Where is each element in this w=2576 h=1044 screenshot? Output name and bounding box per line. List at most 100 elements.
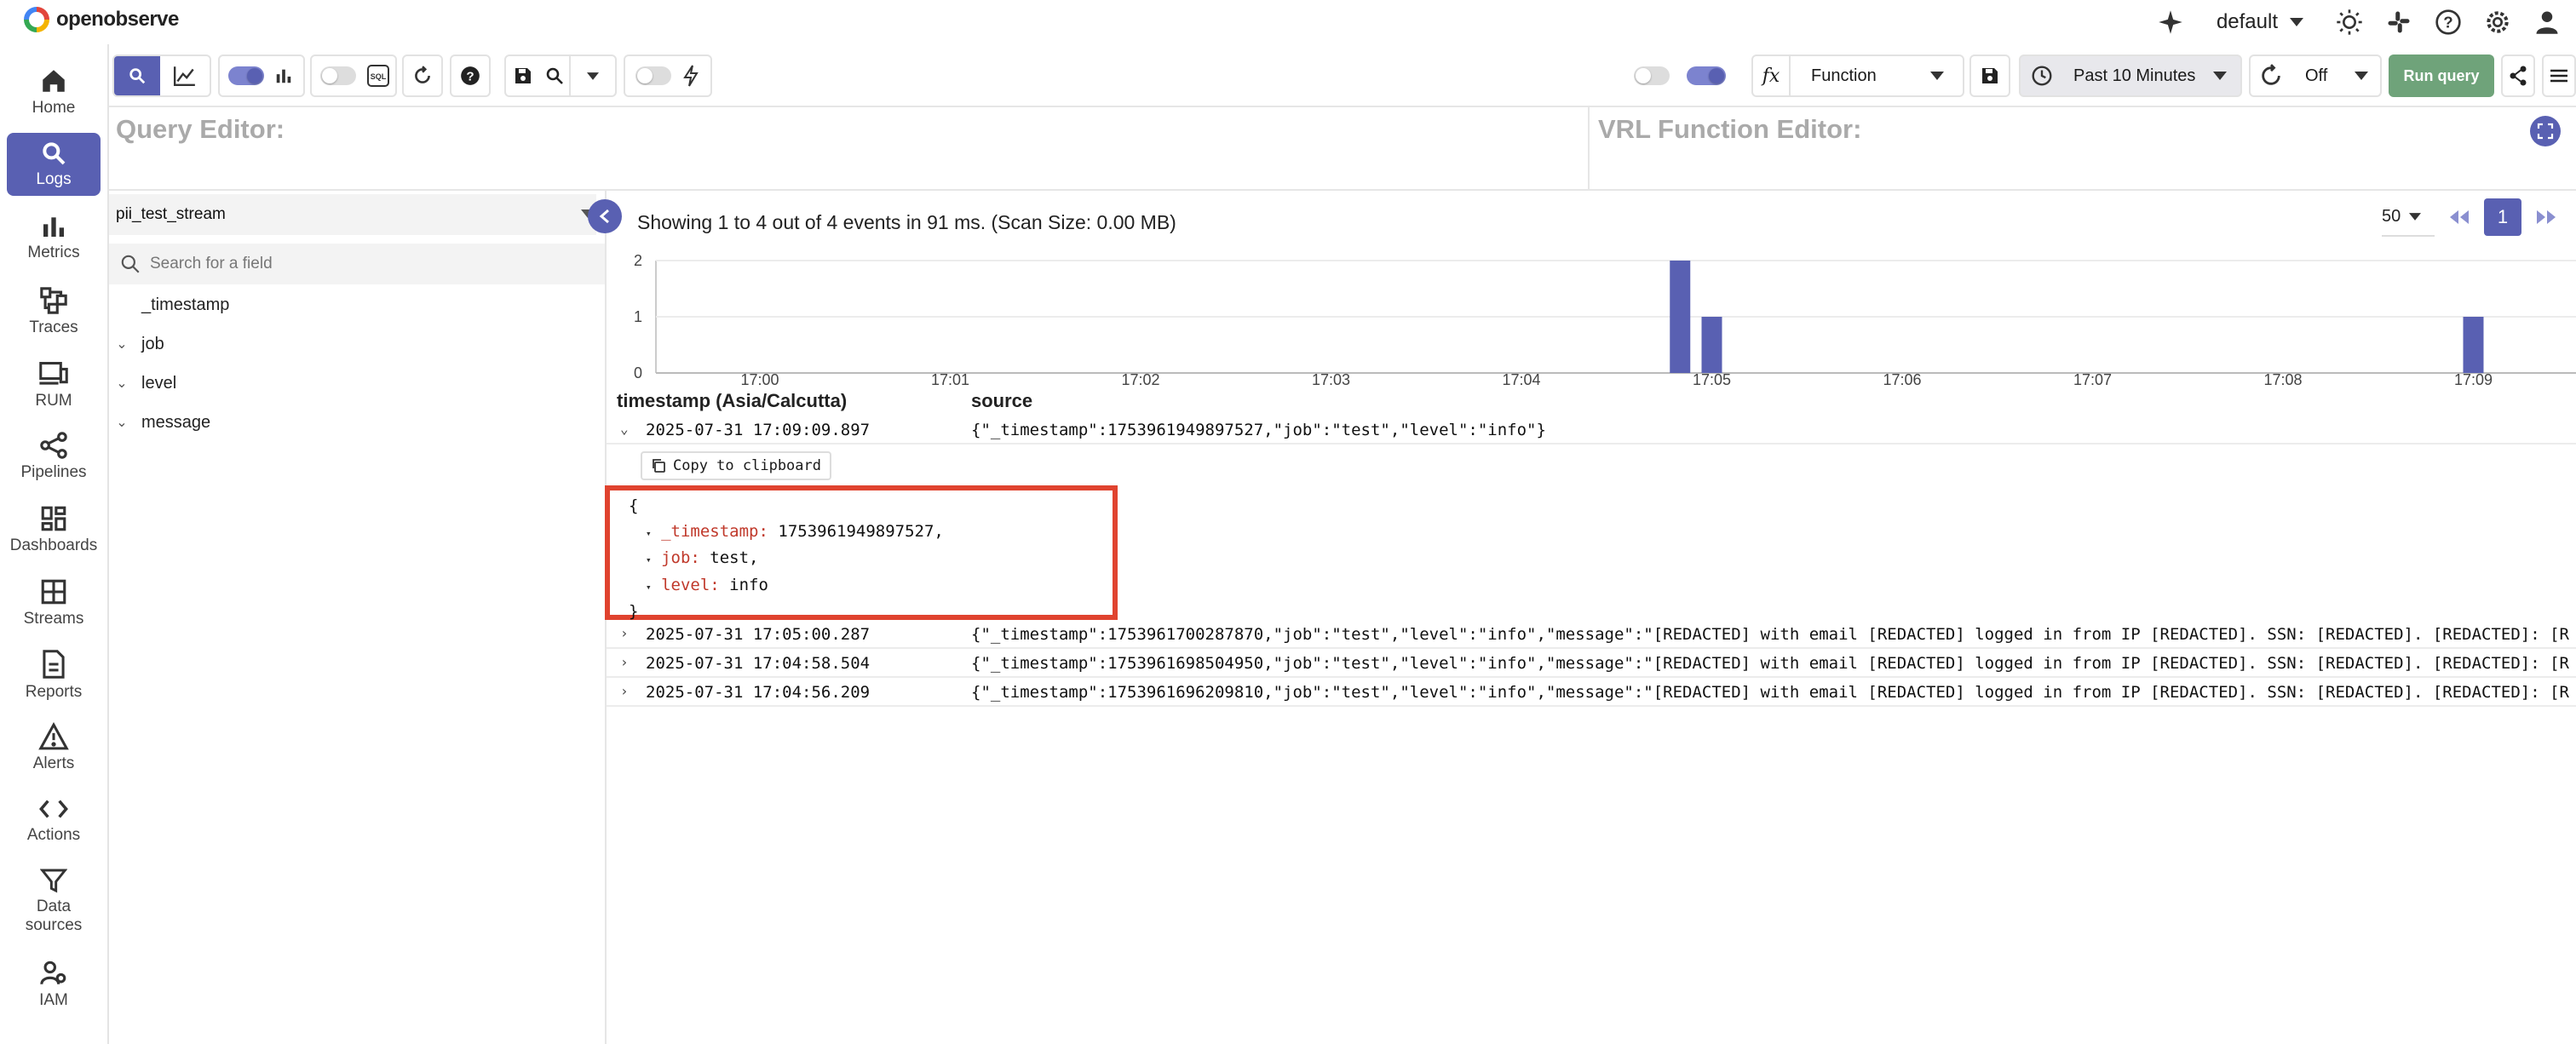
search-saved-views-button[interactable] xyxy=(540,56,569,95)
more-menu-button[interactable] xyxy=(2544,56,2574,95)
chevron-down-icon: ⌄ xyxy=(116,416,128,430)
json-line-level[interactable]: ▾ level: info xyxy=(629,573,1113,600)
json-key: _timestamp: xyxy=(661,521,768,541)
chevron-down-icon xyxy=(587,72,599,80)
time-range-label: Past 10 Minutes xyxy=(2073,66,2196,85)
json-line-timestamp[interactable]: ▾ _timestamp: 1753961949897527, xyxy=(629,519,1113,547)
column-header-timestamp[interactable]: timestamp (Asia/Calcutta) xyxy=(617,390,847,412)
share-icon xyxy=(2510,66,2527,86)
nav-actions[interactable]: Actions xyxy=(7,795,101,845)
rows-per-page-value: 50 xyxy=(2382,206,2401,226)
histogram-toggle[interactable] xyxy=(228,66,264,85)
json-value: test, xyxy=(710,548,759,567)
copy-to-clipboard-button[interactable]: Copy to clipboard xyxy=(641,451,831,480)
nav-data-sources[interactable]: Data sources xyxy=(7,867,101,935)
chevron-right-icon[interactable]: › xyxy=(620,654,629,670)
help-icon[interactable]: ? xyxy=(2433,7,2464,37)
table-row[interactable]: › 2025-07-31 17:05:00.287 {"_timestamp":… xyxy=(607,620,2576,649)
field-item-job[interactable]: ⌄ job xyxy=(109,329,164,359)
json-value: info xyxy=(729,575,768,594)
slack-icon[interactable] xyxy=(2383,7,2414,37)
row-source: {"_timestamp":1753961700287870,"job":"te… xyxy=(971,625,2569,644)
nav-dashboards[interactable]: Dashboards xyxy=(7,504,101,555)
y-tick-label: 0 xyxy=(634,364,642,381)
syntax-help-button[interactable]: ? xyxy=(451,56,489,95)
json-line-job[interactable]: ▾ job: test, xyxy=(629,546,1113,573)
ai-sparkle-icon[interactable] xyxy=(2155,7,2186,37)
share-button-wrap xyxy=(2501,54,2535,97)
first-page-icon[interactable] xyxy=(2447,209,2472,226)
home-icon xyxy=(43,70,65,92)
theme-sun-icon[interactable] xyxy=(2334,7,2365,37)
auto-refresh-icon xyxy=(2251,56,2291,95)
user-account-icon[interactable] xyxy=(2532,7,2562,37)
function-select-label: Function xyxy=(1811,66,1877,85)
field-search-input[interactable]: Search for a field xyxy=(109,244,605,284)
nav-streams[interactable]: Streams xyxy=(7,577,101,628)
visualize-view-button[interactable] xyxy=(160,56,210,95)
nav-reports[interactable]: Reports xyxy=(7,649,101,702)
field-item-message[interactable]: ⌄ message xyxy=(109,407,210,438)
openobserve-logo[interactable]: openobserve xyxy=(24,7,179,32)
function-select[interactable]: fx Function xyxy=(1751,54,1964,97)
nav-metrics[interactable]: Metrics xyxy=(7,213,101,262)
query-editor-input[interactable] xyxy=(109,150,1588,189)
nav-home[interactable]: Home xyxy=(7,66,101,118)
caret-down-icon[interactable]: ▾ xyxy=(646,554,652,565)
quick-mode-toggle[interactable] xyxy=(635,66,671,85)
nav-alerts[interactable]: Alerts xyxy=(7,722,101,773)
wrap-table-toggle[interactable] xyxy=(1634,66,1670,85)
histogram-grid xyxy=(655,260,2576,374)
table-row[interactable]: ⌄ 2025-07-31 17:09:09.897 {"_timestamp":… xyxy=(607,416,2576,445)
current-page-button[interactable]: 1 xyxy=(2484,198,2521,236)
field-item-level[interactable]: ⌄ level xyxy=(109,368,176,399)
function-editor-toggle[interactable] xyxy=(1687,66,1726,85)
column-header-source[interactable]: source xyxy=(971,390,1032,412)
table-row[interactable]: › 2025-07-31 17:04:58.504 {"_timestamp":… xyxy=(607,649,2576,678)
caret-down-icon[interactable]: ▾ xyxy=(646,528,652,539)
histogram-bar[interactable] xyxy=(1701,317,1722,373)
share-link-button[interactable] xyxy=(2503,56,2533,95)
chevron-down-icon[interactable]: ⌄ xyxy=(620,421,629,437)
chevron-right-icon[interactable]: › xyxy=(620,625,629,641)
logs-view-button[interactable] xyxy=(114,56,160,95)
auto-refresh-picker[interactable]: Off xyxy=(2249,54,2382,97)
nav-pipelines[interactable]: Pipelines xyxy=(7,431,101,482)
json-value: 1753961949897527, xyxy=(778,521,944,541)
saved-views-dropdown[interactable] xyxy=(569,56,615,95)
nav-logs[interactable]: Logs xyxy=(7,133,101,196)
save-icon xyxy=(1982,68,1998,83)
nav-rum[interactable]: RUM xyxy=(7,359,101,410)
histogram-bar[interactable] xyxy=(1670,261,1691,373)
rows-per-page-select[interactable]: 50 xyxy=(2382,198,2435,237)
table-row[interactable]: › 2025-07-31 17:04:56.209 {"_timestamp":… xyxy=(607,678,2576,707)
row-source: {"_timestamp":1753961696209810,"job":"te… xyxy=(971,683,2569,702)
sql-mode-toggle[interactable] xyxy=(320,66,356,85)
x-tick-label: 17:02 xyxy=(1121,371,1159,388)
save-view-button[interactable] xyxy=(506,56,540,95)
fullscreen-button[interactable] xyxy=(2530,116,2561,146)
nav-traces[interactable]: Traces xyxy=(7,286,101,337)
run-query-button[interactable]: Run query xyxy=(2389,54,2494,97)
field-item-timestamp[interactable]: _timestamp xyxy=(141,290,229,320)
histogram-chart: 0 1 2 17:00 17:01 17:02 17:03 17:04 17:05 17:06 1… xyxy=(634,252,2576,388)
collapse-fields-button[interactable] xyxy=(588,199,622,233)
chevron-right-icon[interactable]: › xyxy=(620,683,629,699)
nav-label-traces: Traces xyxy=(29,318,78,336)
last-page-icon[interactable] xyxy=(2533,209,2559,226)
chevron-left-icon xyxy=(599,209,609,224)
reset-filters-button[interactable] xyxy=(404,56,441,95)
sql-icon: SQL xyxy=(367,65,389,87)
save-function-button[interactable] xyxy=(1971,56,2009,95)
vrl-editor-input[interactable] xyxy=(1590,150,2527,189)
time-range-picker[interactable]: Past 10 Minutes xyxy=(2019,54,2242,97)
code-icon xyxy=(39,800,68,818)
histogram-bar[interactable] xyxy=(2463,317,2484,373)
settings-gear-icon[interactable] xyxy=(2482,7,2513,37)
org-selector[interactable]: default xyxy=(2217,10,2303,34)
nav-label-rum: RUM xyxy=(35,392,72,410)
field-label: _timestamp xyxy=(141,295,230,314)
caret-down-icon[interactable]: ▾ xyxy=(646,582,652,593)
stream-select[interactable]: pii_test_stream xyxy=(109,194,596,235)
nav-iam[interactable]: IAM xyxy=(7,959,101,1010)
